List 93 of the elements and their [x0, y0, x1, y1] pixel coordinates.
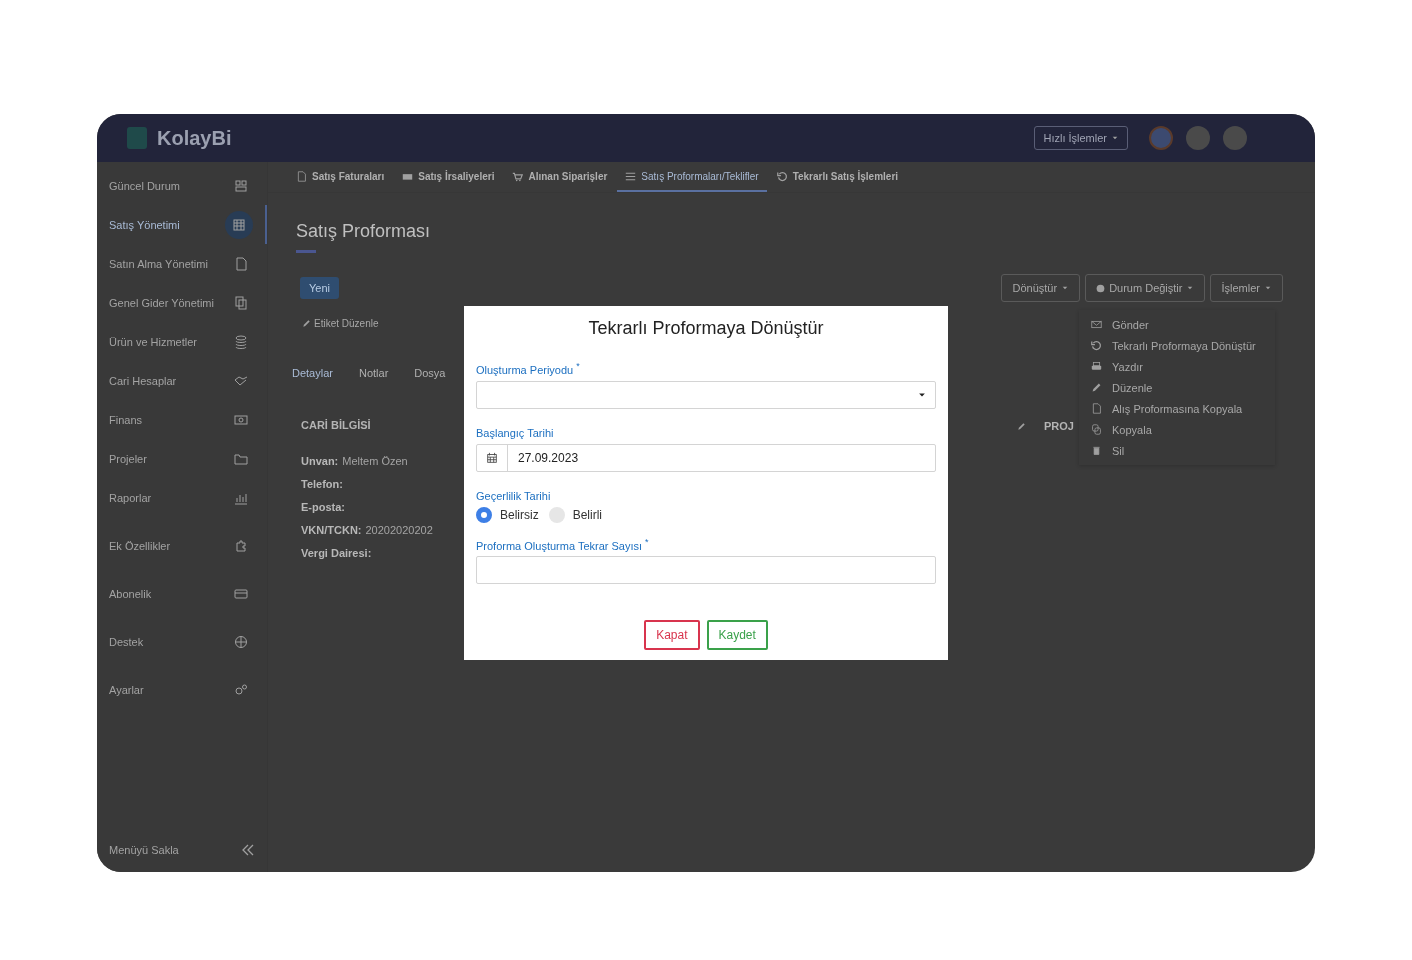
field-label: Proforma Oluşturma Tekrar Sayısı — [476, 539, 643, 552]
sidebar-item[interactable]: Genel Gider Yönetimi — [97, 283, 267, 322]
field-label: Unvan: — [301, 455, 339, 467]
document-icon — [296, 170, 307, 182]
sidebar-item[interactable]: Cari Hesaplar — [97, 361, 267, 400]
globe-icon — [234, 634, 248, 649]
sidebar-item[interactable]: Satın Alma Yönetimi — [97, 244, 267, 283]
field-label: Başlangıç Tarihi — [476, 426, 554, 439]
calendar-icon — [486, 451, 498, 464]
section-title: CARİ BİLGİSİ — [301, 419, 372, 431]
sidebar-item[interactable]: Satış Yönetimi — [97, 205, 267, 244]
sidebar-item[interactable]: Güncel Durum — [97, 166, 267, 205]
section-title: PROJ — [1044, 420, 1074, 432]
action-button[interactable]: İşlemler — [1210, 274, 1283, 302]
quick-actions-button[interactable]: Hızlı İşlemler — [1034, 126, 1128, 150]
field-label: Oluşturma Periyodu — [476, 363, 574, 376]
sidebar-item[interactable]: Raporlar — [97, 478, 267, 517]
sidebar-item[interactable]: Ek Özellikler — [97, 526, 267, 565]
menu-item[interactable]: Yazdır — [1079, 356, 1275, 377]
pencil-icon — [1091, 382, 1102, 393]
tab[interactable]: Alınan Siparişler — [504, 162, 616, 192]
puzzle-icon — [234, 538, 248, 553]
caret-icon — [1264, 284, 1272, 292]
radio-label: Belirli — [572, 507, 602, 522]
input-field[interactable] — [476, 556, 936, 585]
list-icon — [625, 170, 637, 182]
tab[interactable]: Satış Faturaları — [288, 162, 393, 192]
field-label: VKN/TCKN: — [301, 524, 362, 536]
required-mark: * — [645, 536, 649, 547]
grid-icon — [234, 178, 248, 193]
menu-item[interactable]: Tekrarlı Proformaya Dönüştür — [1079, 335, 1275, 356]
action-button[interactable]: Durum Değiştir — [1085, 274, 1206, 302]
field-label: Vergi Dairesi: — [301, 547, 372, 559]
radio-button[interactable] — [548, 506, 565, 523]
table-icon — [232, 217, 246, 232]
sidebar-item[interactable]: Projeler — [97, 439, 267, 478]
logo-icon — [127, 127, 147, 149]
envelope-icon — [1091, 319, 1102, 330]
caret-icon — [1111, 134, 1119, 142]
pencil-icon — [1017, 421, 1026, 431]
logo: KolayBi — [157, 126, 232, 150]
save-button[interactable]: Kaydet — [706, 620, 768, 650]
field-label: E-posta: — [301, 501, 345, 513]
action-button[interactable]: Dönüştür — [1001, 274, 1081, 302]
radio-button[interactable] — [476, 506, 492, 523]
cart-icon — [512, 170, 524, 182]
dialog-title: Tekrarlı Proformaya Dönüştür — [587, 318, 825, 339]
edit-tags-button[interactable]: Etiket Düzenle — [302, 318, 379, 329]
field-label: Telefon: — [301, 478, 343, 490]
sidebar-item[interactable]: Ayarlar — [97, 670, 267, 709]
collapse-menu-button[interactable]: Menüyü Sakla — [97, 828, 267, 872]
document-icon — [234, 256, 248, 271]
tab[interactable]: Satış Proformaları/Teklifler — [617, 162, 767, 192]
sidebar-item[interactable]: Abonelik — [97, 574, 267, 613]
pencil-icon — [302, 319, 311, 328]
menu-item[interactable]: Alış Proformasına Kopyala — [1079, 398, 1275, 419]
copy-icon — [234, 295, 248, 310]
trash-icon — [1091, 445, 1102, 456]
printer-icon — [1091, 361, 1102, 372]
close-button[interactable]: Kapat — [644, 620, 700, 650]
menu-item[interactable]: Sil — [1079, 440, 1275, 461]
tab[interactable]: Tekrarlı Satış İşlemleri — [768, 162, 907, 192]
info-icon — [1096, 283, 1106, 293]
period-select[interactable] — [476, 380, 936, 409]
stack-icon — [234, 334, 248, 349]
detail-tab[interactable]: Detaylar — [292, 367, 359, 379]
radio-label: Belirsiz — [500, 507, 539, 522]
menu-item[interactable]: Kopyala — [1079, 419, 1275, 440]
field-label: Geçerlilik Tarihi — [476, 489, 551, 502]
avatar-icon[interactable] — [1149, 126, 1173, 150]
tab[interactable]: Satış İrsaliyeleri — [394, 162, 503, 192]
detail-tab[interactable]: Dosya — [414, 367, 472, 379]
rotate-icon — [776, 170, 788, 182]
sidebar-item[interactable]: Finans — [97, 400, 267, 439]
date-field[interactable]: 27.09.2023 — [476, 443, 936, 472]
gears-icon — [234, 682, 248, 697]
menu-item[interactable]: Gönder — [1079, 314, 1275, 335]
rotate-icon — [1091, 340, 1102, 351]
required-mark: * — [576, 361, 580, 371]
double-chevron-icon — [241, 843, 255, 857]
caret-icon — [1186, 284, 1195, 292]
folder-icon — [234, 451, 248, 466]
file-icon — [1091, 403, 1102, 414]
copy-icon — [1091, 424, 1102, 435]
menu-item[interactable]: Düzenle — [1079, 377, 1275, 398]
caret-icon — [1061, 284, 1070, 292]
new-button[interactable]: Yeni — [300, 277, 339, 299]
cash-icon — [234, 412, 248, 427]
card-icon — [234, 586, 248, 601]
page-title: Satış Proforması — [296, 221, 432, 242]
sidebar-item[interactable]: Destek — [97, 622, 267, 661]
sidebar-item[interactable]: Ürün ve Hizmetler — [97, 322, 267, 361]
detail-tab[interactable]: Notlar — [358, 367, 415, 379]
